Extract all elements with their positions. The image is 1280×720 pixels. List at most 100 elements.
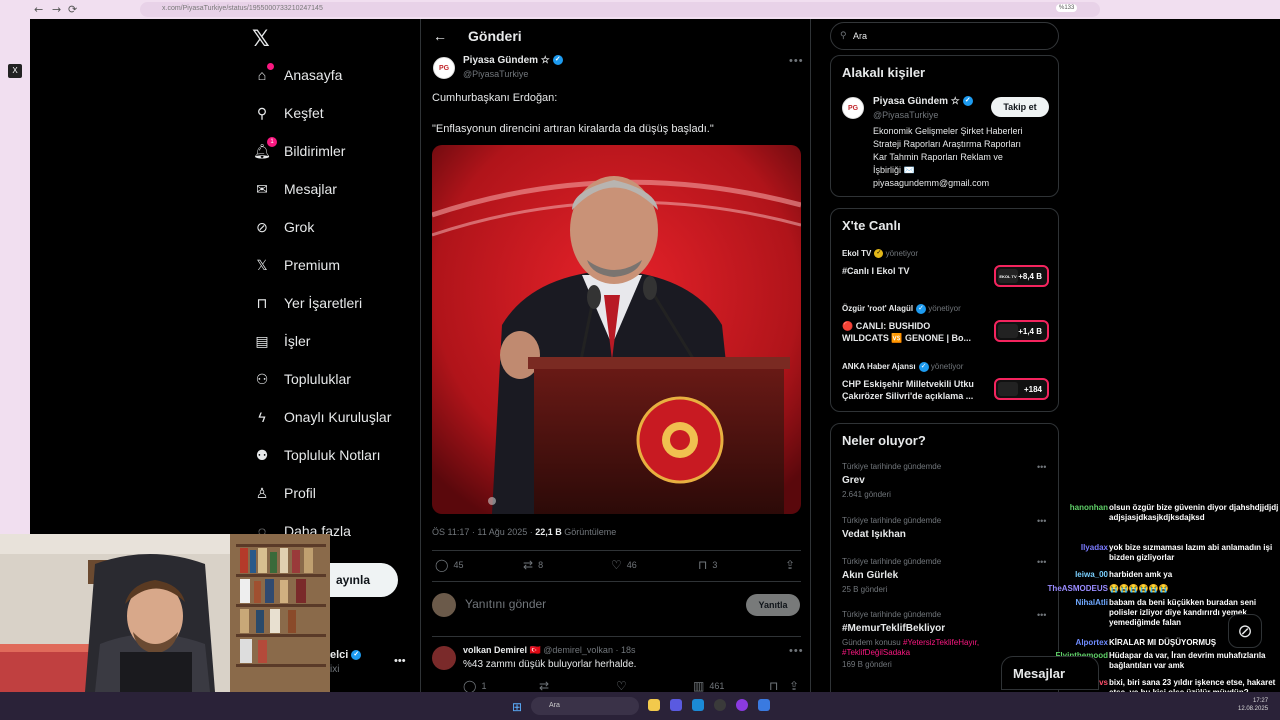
messages-dock[interactable]: Mesajlar — [1001, 656, 1099, 690]
related-handle[interactable]: @PiyasaTurkiye — [873, 110, 938, 120]
author-avatar[interactable]: PG — [433, 57, 455, 79]
trend-tags[interactable]: Gündem konusu #YetersizTeklifeHayır, #Te… — [842, 638, 1042, 658]
sidebar-item-envelope[interactable]: ✉ Mesajlar — [252, 176, 337, 202]
bio-line: İşbirliği ✉️ — [873, 165, 915, 175]
trend-name[interactable]: #MemurTeklifBekliyor — [842, 623, 945, 634]
taskbar-search[interactable]: Ara — [531, 697, 639, 715]
follow-button[interactable]: Takip et — [991, 97, 1049, 117]
live-count-pill[interactable]: EKOL TV +8,4 B — [994, 265, 1049, 287]
live-title[interactable]: WILDCATS 🆚 GENONE | Bo... — [842, 332, 971, 344]
sidebar-item-label: Bildirimler — [284, 143, 346, 159]
account-handle: ixi — [330, 664, 340, 675]
steam-icon[interactable] — [692, 699, 704, 711]
bio-line: Strateji Raporları Araştırma Raporları — [873, 139, 1022, 149]
trend-name[interactable]: Grev — [842, 475, 865, 486]
trend-name[interactable]: Vedat Işıkhan — [842, 529, 906, 540]
grok-icon: ⊘ — [256, 218, 268, 235]
author-name[interactable]: Piyasa Gündem ☆ ✓ — [463, 55, 563, 66]
sidebar-item-grok[interactable]: ⊘ Grok — [252, 214, 314, 240]
live-card: X'te Canlı Ekol TV ✓ yönetiyor #Canlı I E… — [830, 208, 1059, 412]
address-bar[interactable]: x.com/PiyasaTurkiye/status/1955000733210… — [140, 2, 1100, 17]
back-icon[interactable]: ← — [34, 3, 43, 16]
home-icon: ⌂ — [252, 63, 274, 85]
search-input[interactable]: ⚲ Ara — [830, 22, 1059, 50]
os-taskbar: ⊞ Ara 17:27 12.08.2025 — [0, 692, 1280, 720]
back-arrow-icon[interactable]: ← — [433, 28, 447, 44]
notification-badge: 1 — [267, 137, 277, 147]
account-more-icon[interactable]: ••• — [394, 655, 406, 667]
live-title[interactable]: Çakırözer Silivri'de açıklama ... — [842, 390, 973, 402]
sidebar-item-briefcase[interactable]: ▤ İşler — [252, 328, 310, 354]
sidebar-item-bookmark[interactable]: ⊓ Yer İşaretleri — [252, 290, 363, 316]
live-count-pill[interactable]: +184 — [994, 378, 1049, 400]
grok-float-icon[interactable]: ⊘ — [1228, 614, 1262, 648]
trend-more-icon[interactable]: ••• — [1037, 462, 1046, 472]
share-action[interactable]: ⇪ — [785, 558, 800, 572]
page-title: Gönderi — [468, 28, 522, 44]
retweet-action[interactable]: ⇄ 8 — [523, 558, 543, 572]
related-name[interactable]: Piyasa Gündem ☆ ✓ — [873, 96, 973, 107]
sidebar-item-people[interactable]: ⚇ Topluluklar — [252, 366, 351, 392]
related-people-card: Alakalı kişiler PG Piyasa Gündem ☆ ✓ @Piy… — [830, 55, 1059, 197]
comment-like-action[interactable]: ♡ — [616, 679, 632, 692]
file-explorer-icon[interactable] — [648, 699, 660, 711]
account-name[interactable]: elci ✓ — [330, 649, 362, 661]
like-action[interactable]: ♡ 46 — [611, 558, 637, 572]
comment-header[interactable]: volkan Demirel 🇹🇷 @demirel_volkan · 18s — [463, 645, 635, 656]
comment-reply-action[interactable]: ◯ 1 — [463, 679, 486, 692]
comment-views-action[interactable]: ▥ 461 — [693, 679, 724, 692]
briefcase-icon: ▤ — [255, 332, 269, 349]
live-title[interactable]: 🔴 CANLI: BUSHIDO — [842, 320, 930, 332]
sidebar-item-notes[interactable]: ⚉ Topluluk Notları — [252, 442, 381, 468]
live-title[interactable]: #Canlı I Ekol TV — [842, 265, 910, 277]
trend-name[interactable]: Akın Gürlek — [842, 570, 898, 581]
sidebar-item-label: Anasayfa — [284, 67, 343, 83]
views-icon: ▥ — [693, 679, 705, 692]
comment-retweet-action[interactable]: ⇄ — [539, 679, 554, 692]
sidebar-item-lightning[interactable]: ϟ Onaylı Kuruluşlar — [252, 404, 391, 430]
sidebar-item-label: İşler — [284, 333, 311, 349]
post-more-icon[interactable]: ••• — [789, 55, 804, 67]
sidebar-item-search[interactable]: ⚲ Keşfet — [252, 100, 324, 126]
live-host[interactable]: ANKA Haber Ajansı ✓ yönetiyor — [842, 362, 963, 372]
sidebar-item-home[interactable]: ⌂ Anasayfa — [252, 62, 342, 88]
live-count-pill[interactable]: +1,4 B — [994, 320, 1049, 342]
tweet-photo[interactable] — [432, 145, 801, 514]
obs-icon[interactable] — [714, 699, 726, 711]
windows-start-icon[interactable]: ⊞ — [512, 700, 522, 714]
live-host[interactable]: Özgür 'root' Alagül ✓ yönetiyor — [842, 304, 961, 314]
reply-action[interactable]: ◯ 45 — [435, 558, 463, 572]
bio-email[interactable]: piyasagundemm@gmail.com — [873, 178, 989, 188]
clock[interactable]: 17:27 12.08.2025 — [1238, 697, 1268, 713]
bookmark-action[interactable]: ⊓ 3 — [698, 558, 717, 572]
browser-icon[interactable] — [758, 699, 770, 711]
reload-icon[interactable]: ⟳ — [68, 3, 77, 16]
reply-input[interactable]: Yanıtını gönder — [465, 597, 546, 611]
sidebar-item-bell[interactable]: 🔔︎ 1 Bildirimler — [252, 137, 346, 164]
app-icon[interactable] — [736, 699, 748, 711]
author-handle[interactable]: @PiyasaTurkiye — [463, 69, 528, 79]
live-title[interactable]: CHP Eskişehir Milletvekili Utku — [842, 378, 974, 390]
related-avatar[interactable]: PG — [842, 97, 864, 119]
x-logo-icon[interactable]: 𝕏 — [252, 27, 270, 52]
sidebar-item-x[interactable]: 𝕏 Premium — [252, 252, 340, 278]
tweet-meta: ÖS 11:17 · 11 Ağu 2025 · 22,1 B Görüntül… — [432, 527, 617, 537]
comment-share-action[interactable]: ⇪ — [789, 679, 804, 692]
bookmark-icon: ⊓ — [256, 294, 268, 311]
sidebar-item-label: Yer İşaretleri — [284, 295, 363, 311]
zoom-indicator[interactable]: %133 — [1056, 4, 1078, 12]
sidebar-item-label: Topluluk Notları — [284, 447, 381, 463]
live-host[interactable]: Ekol TV ✓ yönetiyor — [842, 249, 918, 259]
comment-avatar[interactable] — [432, 646, 456, 670]
comment-more-icon[interactable]: ••• — [789, 645, 804, 657]
forward-icon[interactable]: → — [52, 3, 61, 16]
discord-icon[interactable] — [670, 699, 682, 711]
x-tab-icon[interactable]: X — [8, 64, 22, 78]
post-header: ← Gönderi — [421, 19, 810, 53]
comment-bookmark-action[interactable]: ⊓ — [769, 679, 783, 692]
sidebar-item-person[interactable]: ♙ Profil — [252, 480, 316, 506]
reply-button[interactable]: Yanıtla — [746, 594, 800, 616]
retweet-icon: ⇄ — [523, 558, 534, 572]
card-title: Alakalı kişiler — [842, 65, 926, 80]
heart-icon: ♡ — [611, 558, 622, 572]
